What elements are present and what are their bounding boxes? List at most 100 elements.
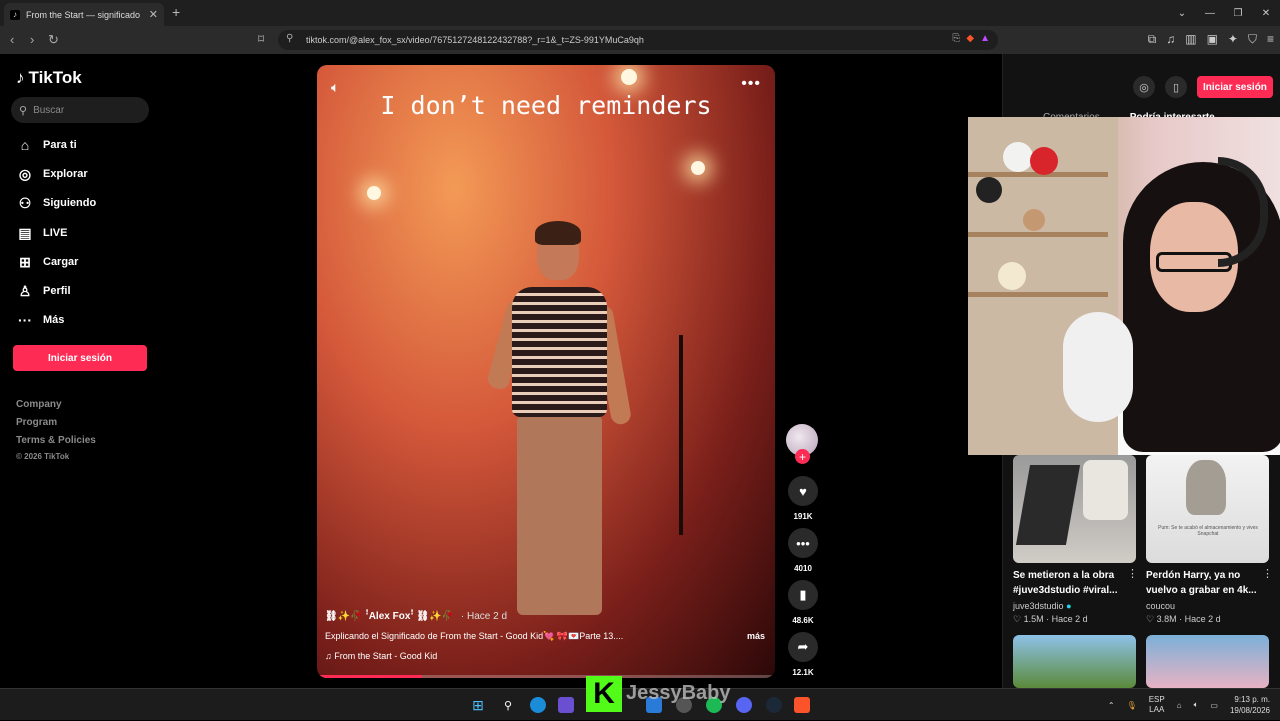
save-count: 48.6K bbox=[792, 616, 814, 625]
minimize-icon[interactable]: — bbox=[1196, 0, 1224, 26]
recommended-title[interactable]: Perdón Harry, ya no vuelvo a grabar en 4… bbox=[1146, 568, 1264, 598]
stage-light bbox=[691, 161, 705, 175]
video-author[interactable]: ⛓✨🥀 ꜝAlex Foxꜝ ⛓✨🥀 · Hace 2 d bbox=[325, 611, 765, 622]
address-bar[interactable]: ⚲ tiktok.com/@alex_fox_sx/video/76751272… bbox=[278, 30, 998, 50]
wallet-icon[interactable]: ▣ bbox=[1207, 32, 1218, 47]
vpn-icon[interactable]: ⛉ bbox=[1248, 32, 1257, 47]
search-taskbar-icon[interactable]: ⚲ bbox=[500, 697, 516, 713]
recommended-title[interactable]: Se metieron a la obra #juve3dstudio #vir… bbox=[1013, 568, 1131, 598]
clock[interactable]: 9:13 p. m. 19/08/2026 bbox=[1230, 694, 1270, 716]
video-progress-bar[interactable] bbox=[317, 675, 775, 678]
music-icon[interactable]: ♫ bbox=[1166, 32, 1175, 47]
footer-link-program[interactable]: Program bbox=[16, 417, 57, 428]
sidebar-icon[interactable]: ▥ bbox=[1185, 32, 1196, 47]
tiktok-favicon-icon: ♪ bbox=[10, 9, 20, 20]
sidebar-item-siguiendo[interactable]: ⚇ Siguiendo bbox=[16, 194, 96, 212]
bookmark-icon[interactable]: ⌑ bbox=[258, 32, 264, 46]
network-icon[interactable]: ⌂ bbox=[1177, 701, 1182, 710]
thumbnail-caption: Pum: Se te acabó el almacenamiento y viv… bbox=[1158, 525, 1258, 537]
window-controls: ⌄ — ❐ ✕ bbox=[1168, 0, 1280, 26]
browser-tab[interactable]: ♪ From the Start — significado ✕ bbox=[4, 3, 164, 26]
sidebar-item-live[interactable]: ▤ LIVE bbox=[16, 224, 67, 242]
recommended-thumbnail[interactable] bbox=[1146, 635, 1269, 688]
discord-icon[interactable] bbox=[736, 697, 752, 713]
recommended-thumbnail[interactable] bbox=[1013, 635, 1136, 688]
footer-link-company[interactable]: Company bbox=[16, 399, 62, 410]
sidebar-item-label: Perfil bbox=[43, 285, 71, 297]
like-count: 191K bbox=[793, 512, 813, 521]
recommended-author[interactable]: juve3dstudio ● bbox=[1013, 601, 1072, 611]
extensions-icon[interactable]: ⧉ bbox=[1148, 32, 1157, 47]
close-window-icon[interactable]: ✕ bbox=[1252, 0, 1280, 26]
translate-icon[interactable]: ⎘ bbox=[952, 33, 960, 44]
recommended-thumbnail[interactable]: Pum: Se te acabó el almacenamiento y viv… bbox=[1146, 455, 1269, 563]
tiktok-logo[interactable]: ♪ TikTok bbox=[16, 68, 82, 88]
restore-icon[interactable]: ❐ bbox=[1224, 0, 1252, 26]
sidebar-item-perfil[interactable]: ♙ Perfil bbox=[16, 282, 71, 300]
singer-figure bbox=[485, 221, 633, 615]
tab-title: From the Start — significado bbox=[26, 9, 141, 20]
save-button[interactable]: ▮ 48.6K bbox=[786, 580, 820, 625]
follow-plus-icon[interactable]: + bbox=[795, 449, 810, 464]
live-icon: ▤ bbox=[18, 224, 32, 241]
more-link[interactable]: más bbox=[747, 631, 765, 642]
tab-list-chevron-icon[interactable]: ⌄ bbox=[1168, 0, 1196, 26]
like-button[interactable]: ♥ 191K bbox=[786, 476, 820, 521]
description-text: Explicando el Significado de From the St… bbox=[325, 631, 624, 641]
posted-ago: · Hace 2 d bbox=[460, 611, 508, 622]
search-input[interactable]: ⚲ Buscar bbox=[11, 97, 149, 123]
reload-icon[interactable]: ↻ bbox=[48, 32, 59, 48]
sidebar-item-cargar[interactable]: ⊞ Cargar bbox=[16, 253, 78, 271]
user-follow-icon: ⚇ bbox=[18, 194, 32, 211]
mic-stand bbox=[679, 335, 683, 535]
footer-link-terms[interactable]: Terms & Policies bbox=[16, 435, 96, 446]
share-icon: ➦ bbox=[788, 632, 818, 662]
back-icon[interactable]: ‹ bbox=[10, 32, 14, 47]
recommended-more-icon[interactable]: ⋮ bbox=[1127, 567, 1138, 580]
language-indicator[interactable]: ESP LAA bbox=[1149, 695, 1165, 715]
battery-icon[interactable]: ▭ bbox=[1210, 701, 1218, 710]
video-player[interactable]: 🔈︎ ••• I don’t need reminders ⛓✨🥀 ꜝAlex … bbox=[317, 65, 775, 678]
recommended-more-icon[interactable]: ⋮ bbox=[1262, 567, 1273, 580]
sidebar-item-mas[interactable]: ··· Más bbox=[16, 311, 64, 329]
compass-icon: ◎ bbox=[18, 165, 32, 182]
sidebar-item-para-ti[interactable]: ⌂ Para ti bbox=[16, 136, 77, 154]
video-caption-overlay: I don’t need reminders bbox=[380, 91, 712, 120]
ai-icon[interactable]: ✦ bbox=[1228, 32, 1238, 47]
upload-icon: ⊞ bbox=[19, 253, 31, 270]
comment-count: 4010 bbox=[794, 564, 812, 573]
forward-icon[interactable]: › bbox=[30, 32, 34, 47]
sidebar-item-label: LIVE bbox=[43, 227, 68, 239]
sidebar-item-label: Para ti bbox=[43, 139, 77, 151]
windows-start-icon[interactable]: ⊞ bbox=[470, 697, 486, 713]
author-name[interactable]: ⛓✨🥀 ꜝAlex Foxꜝ ⛓✨🥀 bbox=[325, 611, 454, 622]
steam-icon[interactable] bbox=[766, 697, 782, 713]
site-info-icon[interactable]: ⚲ bbox=[286, 33, 293, 44]
app-icon[interactable] bbox=[558, 697, 574, 713]
recommended-author[interactable]: coucou bbox=[1146, 601, 1175, 611]
volume-tray-icon[interactable]: 🔈︎ bbox=[1194, 700, 1199, 710]
top-login-button[interactable]: Iniciar sesión bbox=[1197, 76, 1273, 98]
sidebar-item-label: Cargar bbox=[43, 256, 79, 268]
sidebar-item-explorar[interactable]: ◎ Explorar bbox=[16, 165, 88, 183]
edge-icon[interactable] bbox=[530, 697, 546, 713]
share-button[interactable]: ➦ 12.1K bbox=[786, 632, 820, 677]
brave-icon[interactable] bbox=[794, 697, 810, 713]
brave-shields-icon[interactable]: ◆ bbox=[966, 33, 974, 44]
video-description: Explicando el Significado de From the St… bbox=[325, 631, 765, 642]
new-tab-icon[interactable]: + bbox=[172, 4, 180, 20]
brave-rewards-icon[interactable]: ▲ bbox=[980, 33, 990, 44]
mic-tray-icon[interactable]: 🎙︎ bbox=[1127, 701, 1137, 710]
tray-chevron-icon[interactable]: ⌃ bbox=[1108, 701, 1115, 710]
music-link[interactable]: ♫ From the Start - Good Kid bbox=[325, 651, 765, 661]
device-icon[interactable]: ▯ bbox=[1165, 76, 1187, 98]
tab-close-icon[interactable]: ✕ bbox=[149, 8, 158, 21]
login-button[interactable]: Iniciar sesión bbox=[13, 345, 147, 371]
comment-button[interactable]: ••• 4010 bbox=[786, 528, 820, 573]
bookmark-save-icon: ▮ bbox=[788, 580, 818, 610]
recommended-thumbnail[interactable] bbox=[1013, 455, 1136, 563]
stage-light bbox=[621, 69, 637, 85]
compass-small-icon[interactable]: ◎ bbox=[1133, 76, 1155, 98]
recommended-stats: ♡ 3.8M · Hace 2 d bbox=[1146, 614, 1221, 624]
menu-icon[interactable]: ≡ bbox=[1267, 32, 1274, 47]
